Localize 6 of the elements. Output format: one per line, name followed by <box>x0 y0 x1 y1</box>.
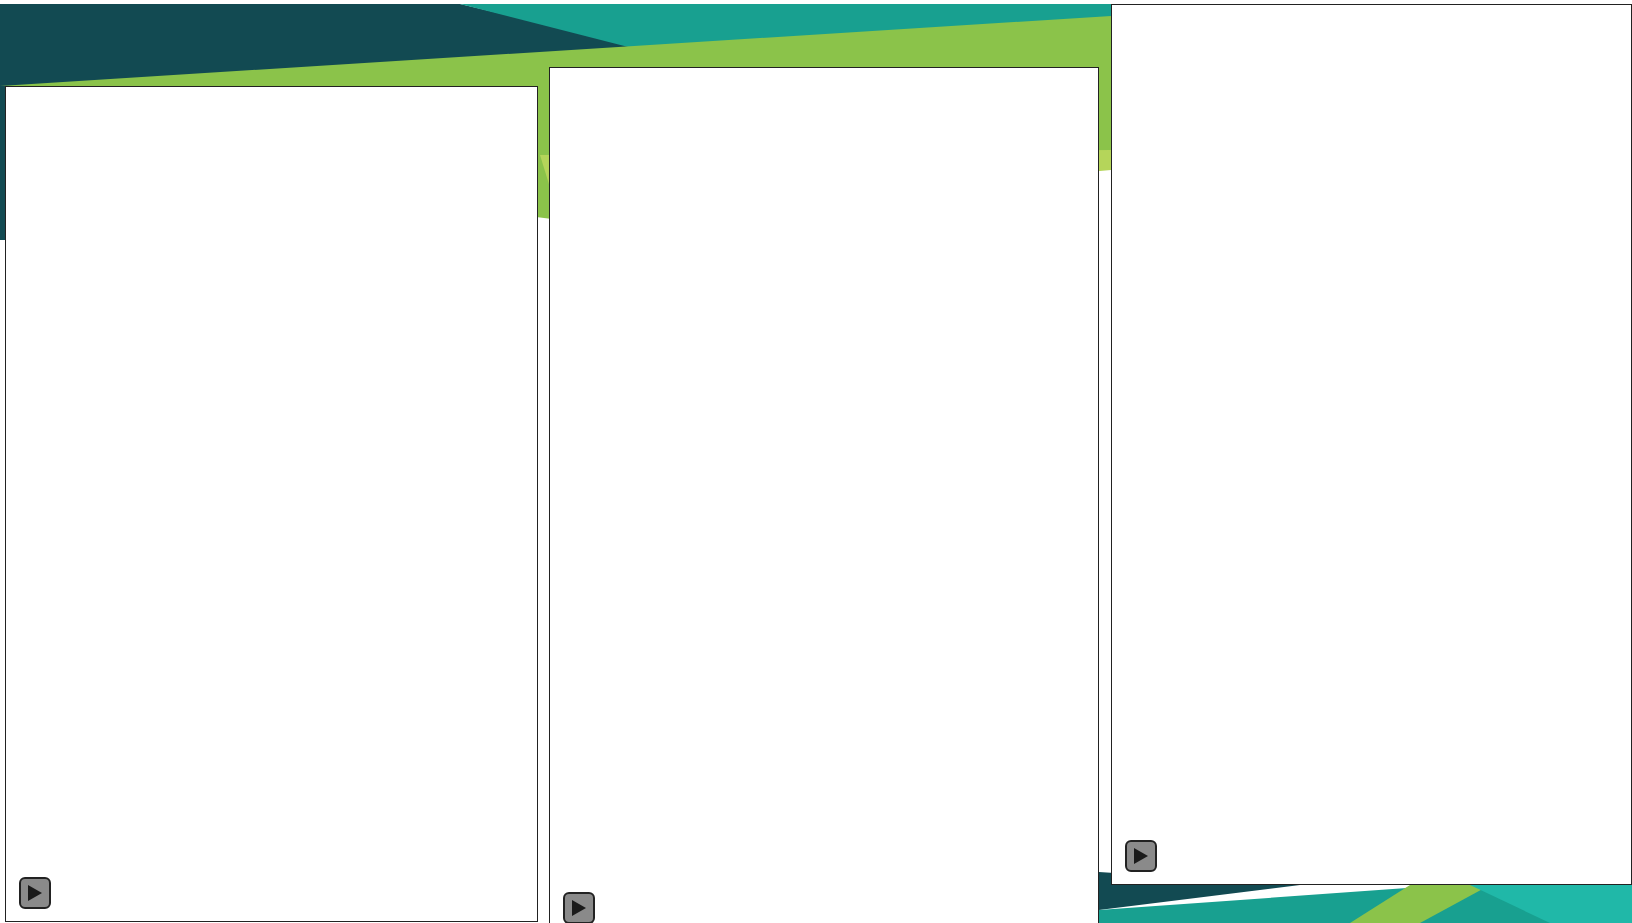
play-button[interactable] <box>1125 840 1157 872</box>
play-icon <box>1133 847 1149 865</box>
play-button[interactable] <box>563 892 595 923</box>
play-icon <box>571 899 587 917</box>
play-icon <box>27 884 43 902</box>
play-button[interactable] <box>19 877 51 909</box>
